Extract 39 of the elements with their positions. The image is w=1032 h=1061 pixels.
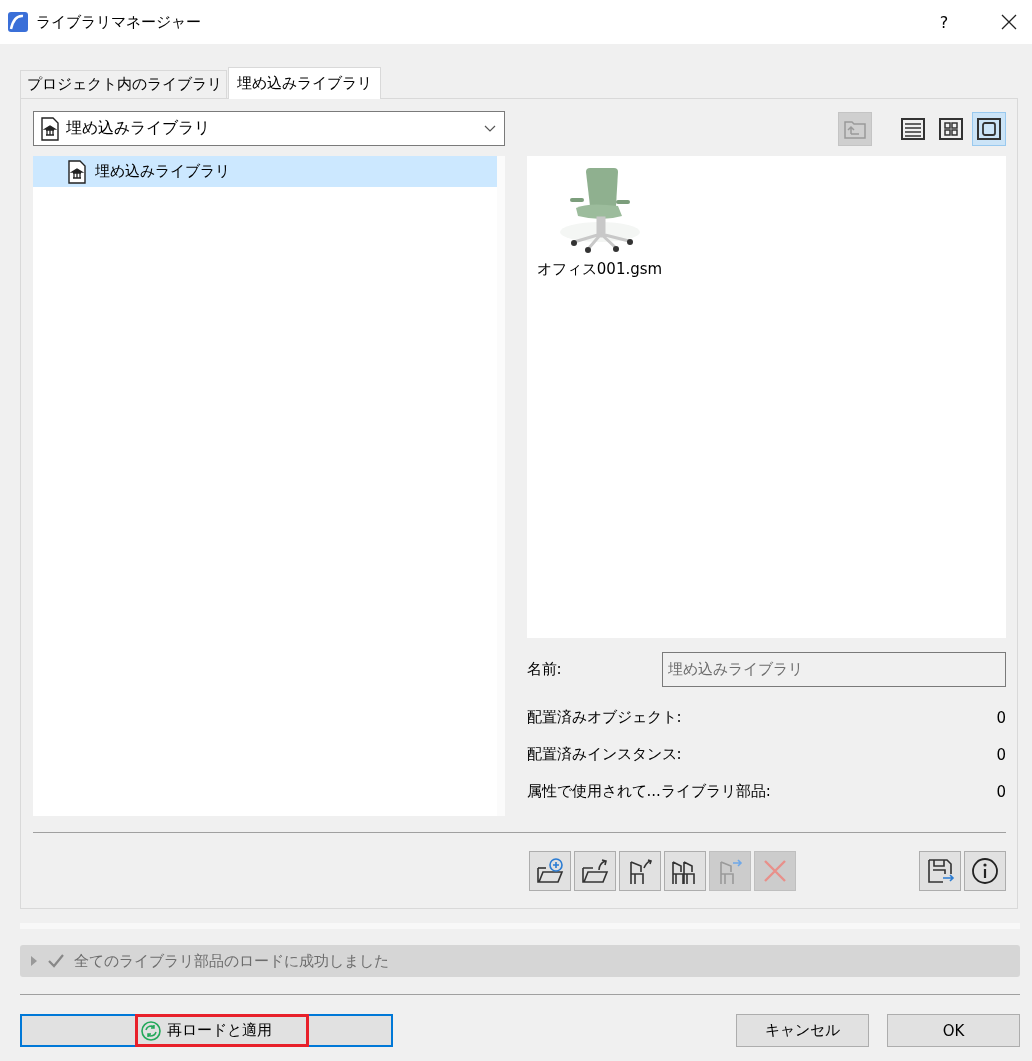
stat-value: 0 (996, 745, 1006, 764)
info-icon (970, 856, 1000, 886)
reload-icon (141, 1020, 161, 1041)
large-view-button[interactable] (972, 111, 1006, 146)
stat-value: 0 (996, 782, 1006, 801)
caret-icon (483, 124, 496, 133)
chair-arrow-button[interactable] (619, 851, 661, 891)
folder-plus-icon (535, 856, 565, 886)
field-label: 名前: (526, 660, 563, 679)
stat-value: 0 (996, 708, 1006, 727)
file-name[interactable]: オフィス001.gsm (536, 260, 663, 279)
check-icon (48, 954, 64, 968)
cancel-button[interactable]: キャンセル (736, 1014, 869, 1047)
app-icon (8, 12, 28, 32)
folder-arrow-icon (580, 856, 610, 886)
close-icon[interactable] (1000, 13, 1018, 31)
stat-label: 配置済みインスタンス: (526, 745, 682, 764)
grid-view-icon (938, 115, 964, 142)
reload-button[interactable]: 再ロードと適用 (20, 1014, 393, 1047)
save-icon (925, 856, 955, 886)
tab[interactable]: 埋め込みライブラリ (228, 67, 381, 99)
status-message: 全てのライブラリ部品のロードに成功しました (74, 951, 389, 971)
stat-label: 属性で使用されて...ライブラリ部品: (526, 782, 771, 801)
library-dropdown[interactable]: 埋め込みライブラリ (33, 111, 505, 146)
large-view-icon (976, 115, 1002, 142)
tab[interactable]: プロジェクト内のライブラリ (20, 70, 227, 98)
folder-plus-button[interactable] (529, 851, 571, 891)
stat-label: 配置済みオブジェクト: (526, 708, 682, 727)
window-title: ライブラリマネージャー (36, 12, 202, 32)
tree-item[interactable]: 埋め込みライブラリ (33, 156, 497, 187)
list-view-icon (900, 115, 926, 142)
info-button[interactable] (964, 851, 1006, 891)
folder-arrow-button[interactable] (574, 851, 616, 891)
library-icon (40, 116, 60, 141)
save-button[interactable] (919, 851, 961, 891)
chairs-button[interactable] (664, 851, 706, 891)
library-icon (67, 159, 87, 184)
help-button[interactable]: ? (930, 11, 958, 33)
ok-button[interactable]: OK (887, 1014, 1020, 1047)
